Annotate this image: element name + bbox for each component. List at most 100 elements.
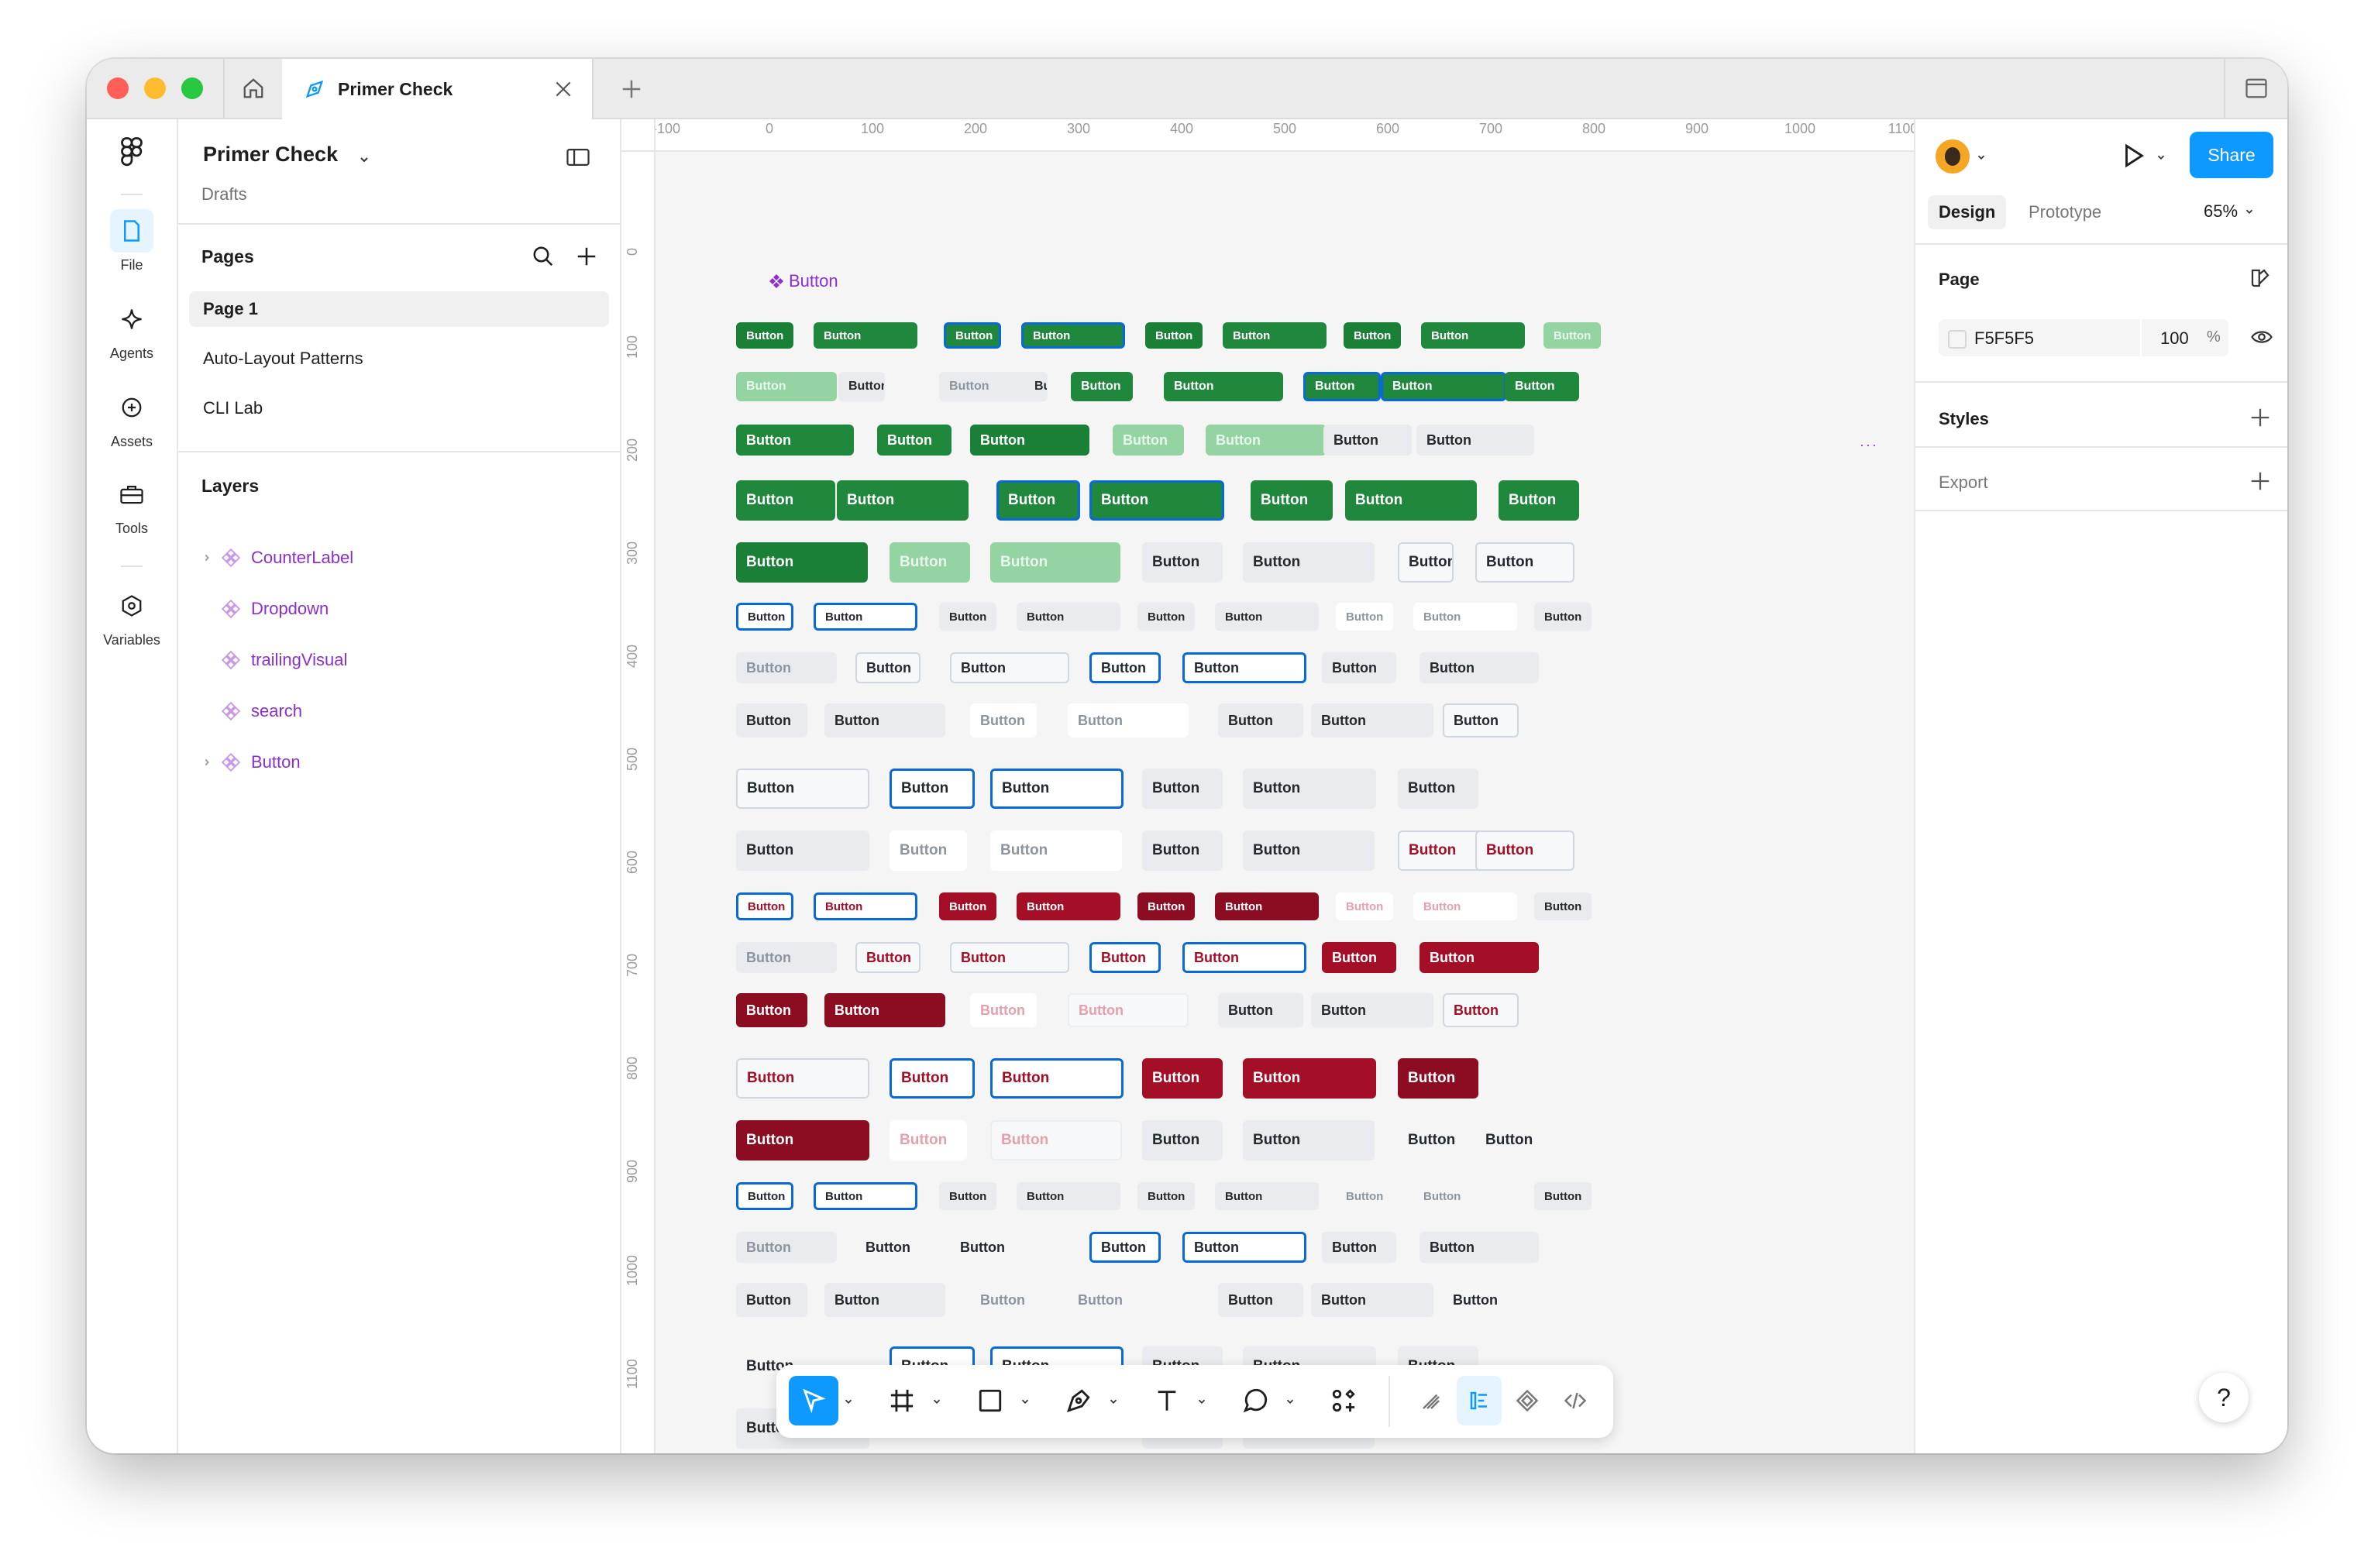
eye-icon[interactable] [2250, 325, 2273, 349]
button-variant[interactable]: Button [1142, 830, 1223, 871]
chevron-right-icon[interactable] [201, 603, 212, 614]
actions-tool[interactable] [1319, 1376, 1368, 1425]
button-variant[interactable]: Button [736, 769, 869, 809]
page-item-auto-layout[interactable]: Auto-Layout Patterns [189, 341, 609, 377]
button-variant[interactable]: Button [990, 830, 1122, 871]
button-variant[interactable]: Button [736, 942, 837, 973]
close-window-button[interactable] [107, 77, 129, 99]
button-variant[interactable]: Button [990, 1058, 1124, 1099]
button-variant[interactable]: Button [736, 993, 807, 1027]
button-variant[interactable]: Button [1322, 652, 1396, 683]
button-variant[interactable]: Button [1243, 1120, 1375, 1161]
home-button[interactable] [223, 59, 284, 118]
button-variant[interactable]: Button [1443, 1283, 1519, 1317]
button-variant[interactable]: Button [855, 942, 921, 973]
button-variant[interactable]: Button [1336, 603, 1393, 631]
button-variant[interactable]: Button [1420, 942, 1539, 973]
layer-item[interactable]: Button [201, 747, 301, 778]
canvas[interactable]: Button Button Button Button Button Button But… [621, 119, 1923, 1453]
button-variant[interactable]: Button [824, 1283, 945, 1317]
button-variant[interactable]: Button [950, 1232, 1069, 1263]
button-variant[interactable]: Button [970, 425, 1089, 456]
button-variant[interactable]: Button [1421, 322, 1525, 349]
button-variant[interactable]: Button [1322, 942, 1396, 973]
button-variant[interactable]: Button [1381, 372, 1506, 401]
button-variant[interactable]: Button [824, 703, 945, 738]
page-item-cli-lab[interactable]: CLI Lab [189, 390, 609, 426]
page-item-page-1[interactable]: Page 1 [189, 291, 609, 327]
button-variant[interactable]: Button [950, 942, 1069, 973]
button-variant[interactable]: Button [1534, 603, 1592, 631]
button-variant[interactable]: Button [1142, 769, 1223, 809]
button-variant[interactable]: Button [1534, 1182, 1592, 1210]
search-icon[interactable] [532, 245, 555, 268]
chevron-right-icon[interactable] [201, 655, 212, 665]
button-variant[interactable]: Button [890, 542, 970, 583]
button-variant[interactable]: Button [990, 1120, 1122, 1161]
button-variant[interactable]: Button [814, 1182, 917, 1210]
chevron-right-icon[interactable] [201, 757, 212, 768]
button-variant[interactable]: Button [1345, 480, 1477, 521]
button-variant[interactable]: Button [1398, 769, 1478, 809]
button-variant[interactable]: Button [837, 480, 969, 521]
button-variant[interactable]: Button [1017, 892, 1120, 920]
button-variant[interactable]: Button [1336, 892, 1393, 920]
page-color-hex[interactable]: F5F5F5 [1974, 328, 2034, 349]
button-variant[interactable]: Button [1137, 1182, 1195, 1210]
button-variant[interactable]: Button [890, 830, 967, 871]
layer-item[interactable]: trailingVisual [201, 645, 347, 676]
button-variant[interactable]: Button [736, 322, 793, 349]
tab-primer-check[interactable]: Primer Check [282, 59, 594, 119]
sidebar-toggle-icon[interactable] [566, 147, 590, 167]
button-variant[interactable]: Button [890, 1058, 975, 1099]
button-variant[interactable]: Button [1311, 703, 1433, 738]
button-variant[interactable]: Button [736, 1182, 793, 1210]
button-variant[interactable]: Button [1142, 1120, 1223, 1161]
button-variant[interactable]: Button [939, 603, 996, 631]
button-variant[interactable]: Button [1420, 1232, 1539, 1263]
button-variant[interactable]: Button [1311, 993, 1433, 1027]
button-variant[interactable]: Button [1243, 769, 1376, 809]
component-mode-toggle[interactable] [1505, 1376, 1550, 1425]
tab-design[interactable]: Design [1928, 195, 2007, 229]
draw-mode-toggle[interactable] [1409, 1376, 1454, 1425]
button-variant[interactable]: Button [939, 1182, 996, 1210]
chevron-down-icon[interactable] [1196, 1396, 1207, 1407]
zoom-dropdown[interactable]: 65% [2204, 201, 2255, 222]
figma-menu[interactable] [87, 136, 177, 167]
button-variant[interactable]: Button [1021, 322, 1125, 349]
button-variant[interactable]: Button [1443, 993, 1519, 1027]
layer-item[interactable]: CounterLabel [201, 542, 353, 573]
button-variant[interactable]: Button [814, 603, 917, 631]
window-layout-button[interactable] [2224, 59, 2287, 118]
button-variant[interactable]: Button [1413, 892, 1517, 920]
overflow-dots[interactable]: ··· [1860, 437, 1878, 453]
maximize-window-button[interactable] [181, 77, 203, 99]
button-variant[interactable]: Button [1303, 372, 1381, 401]
button-variant[interactable]: Button [1024, 372, 1048, 401]
add-style-icon[interactable] [2249, 406, 2272, 429]
button-variant[interactable]: Button [970, 703, 1037, 738]
color-styles-icon[interactable] [2249, 266, 2272, 290]
button-variant[interactable]: Button [1534, 892, 1592, 920]
button-variant[interactable]: Button [1068, 993, 1189, 1027]
button-variant[interactable]: Button [1251, 480, 1333, 521]
help-button[interactable]: ? [2199, 1373, 2249, 1422]
rail-item-tools[interactable]: Tools [87, 473, 177, 537]
rail-item-variables[interactable]: Variables [87, 584, 177, 648]
button-variant[interactable]: Button [1182, 1232, 1306, 1263]
button-variant[interactable]: Button [736, 603, 793, 631]
button-variant[interactable]: Button [1218, 703, 1303, 738]
button-variant[interactable]: Button [1142, 542, 1223, 583]
button-variant[interactable]: Button [1475, 830, 1574, 871]
frame-tool[interactable] [877, 1376, 927, 1425]
button-variant[interactable]: Button [1089, 1232, 1161, 1263]
button-variant[interactable]: Button [1218, 1283, 1303, 1317]
button-variant[interactable]: Button [1398, 1058, 1478, 1099]
page-fill-row[interactable]: F5F5F5 100 % [1939, 319, 2228, 356]
rectangle-tool[interactable] [965, 1376, 1015, 1425]
button-variant[interactable]: Button [814, 892, 917, 920]
button-variant[interactable]: Button [970, 993, 1037, 1027]
chevron-down-icon[interactable] [358, 153, 370, 166]
layer-item[interactable]: search [201, 696, 302, 727]
